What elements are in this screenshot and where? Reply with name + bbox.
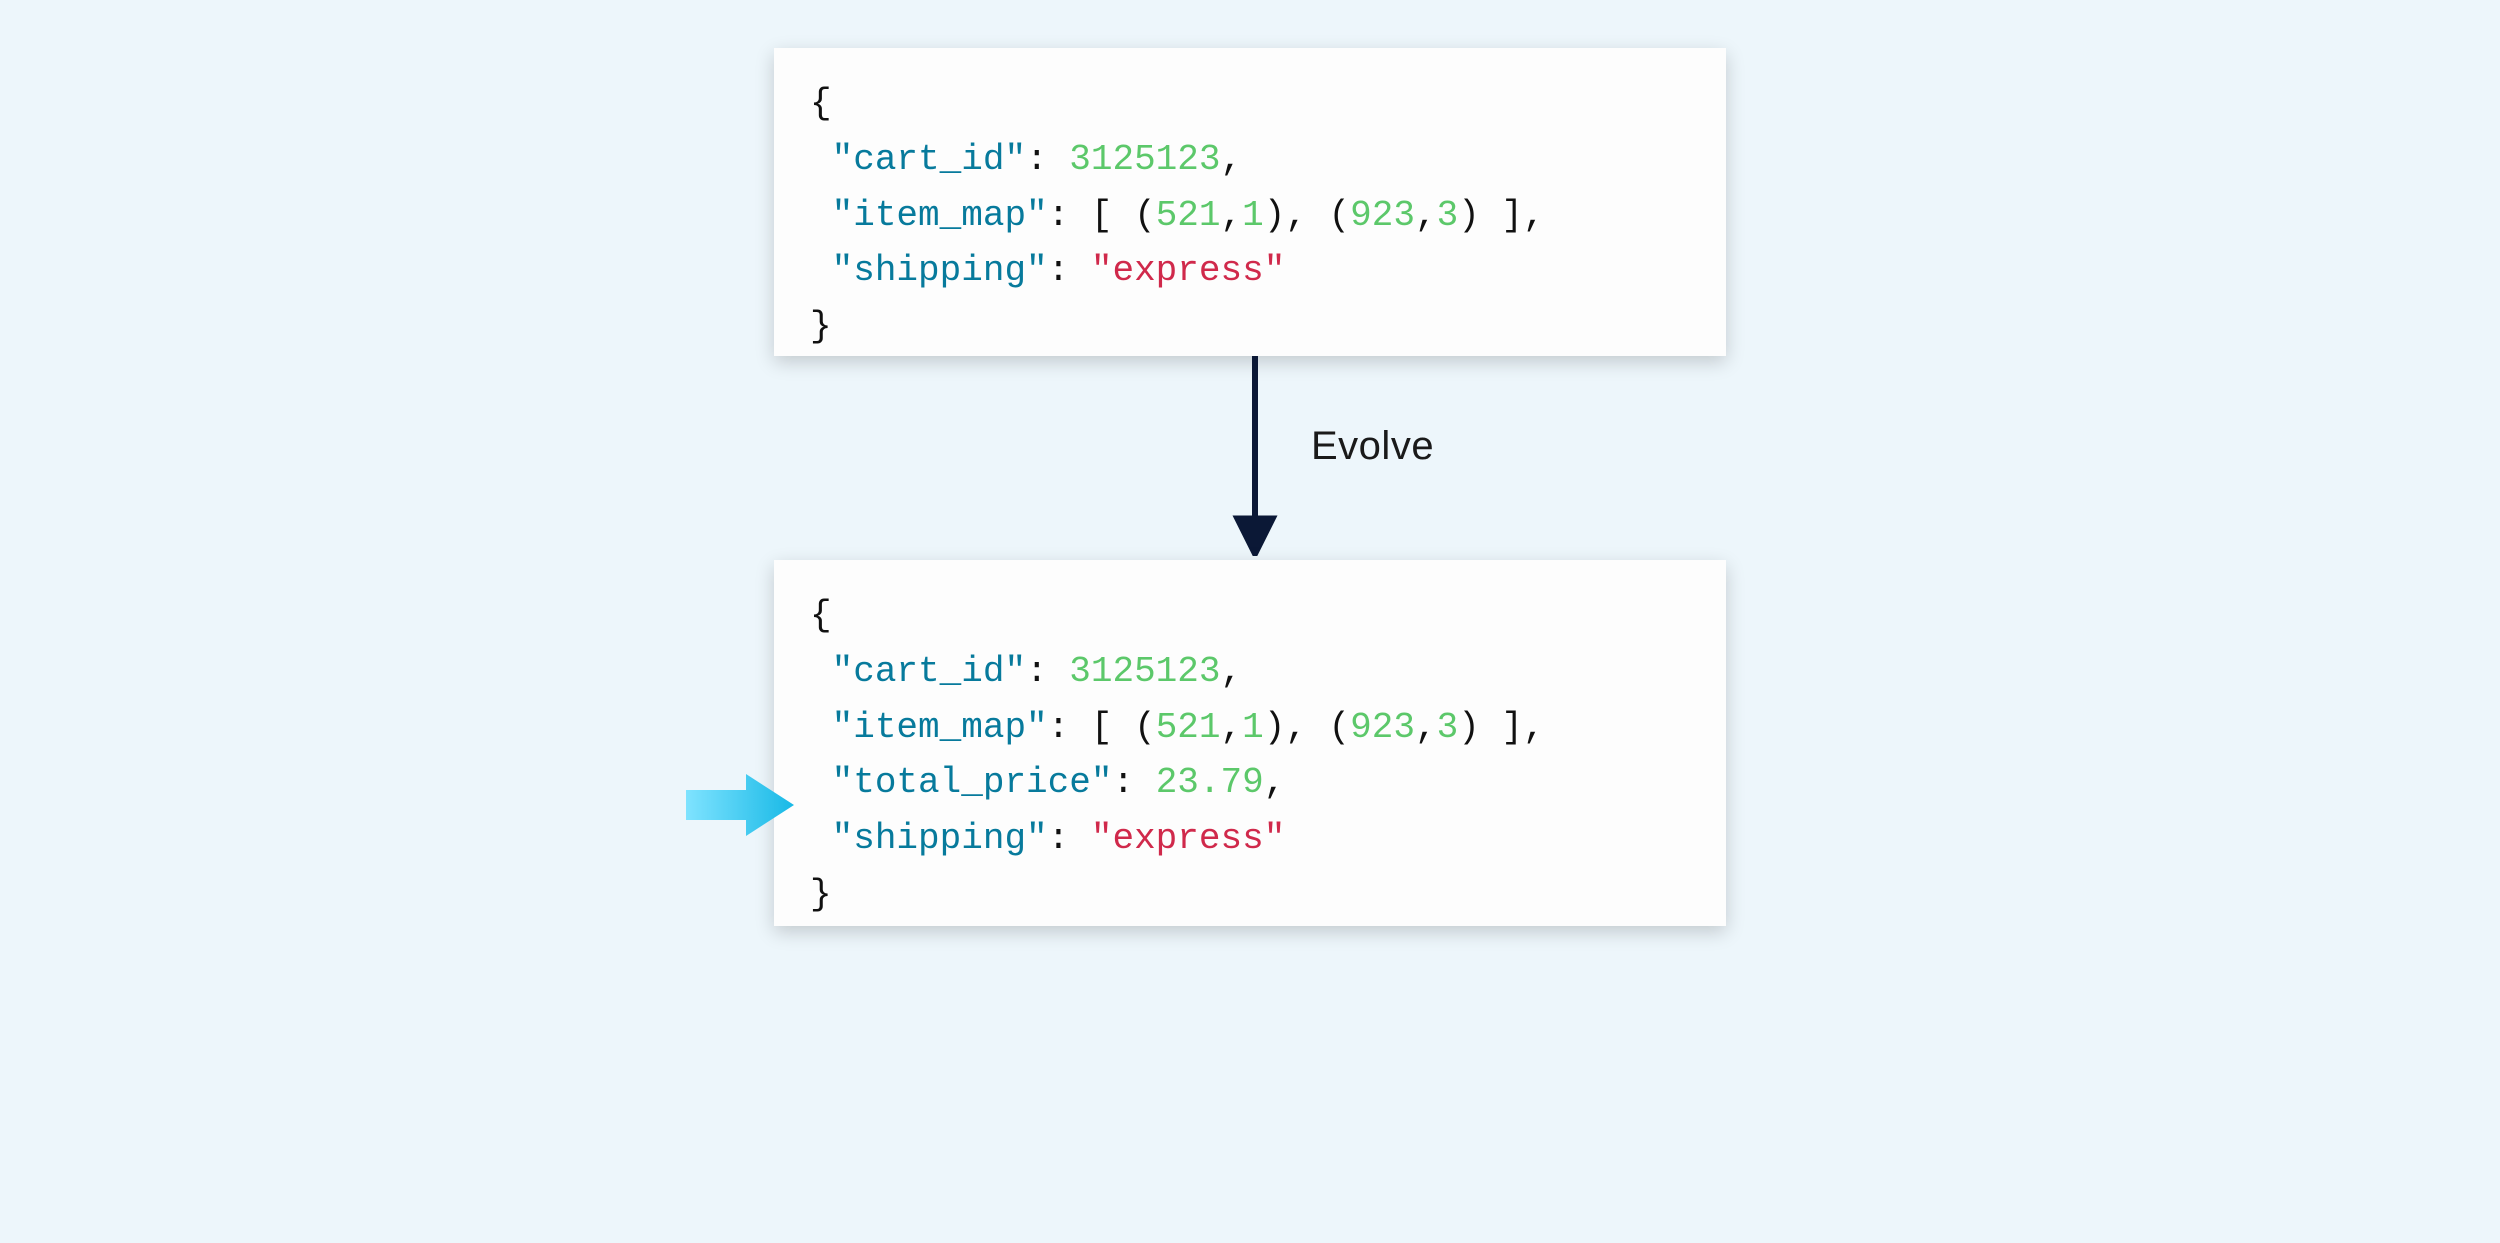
arrow-down-icon <box>1225 356 1285 556</box>
evolve-label: Evolve <box>1311 424 1434 469</box>
json-val-shipping: "express" <box>1091 818 1285 859</box>
code-box-before: { "cart_id": 3125123, "item_map": [ (521… <box>774 48 1726 356</box>
highlight-arrow-icon <box>686 770 796 840</box>
json-val-shipping: "express" <box>1091 250 1285 291</box>
brace-open: { <box>810 83 832 124</box>
json-key-shipping: "shipping" <box>832 818 1048 859</box>
json-key-total-price: "total_price" <box>832 762 1113 803</box>
brace-close: } <box>810 874 832 915</box>
brace-close: } <box>810 306 832 347</box>
json-val-total-price: 23.79 <box>1156 762 1264 803</box>
json-key-cart-id: "cart_id" <box>832 139 1026 180</box>
code-box-after: { "cart_id": 3125123, "item_map": [ (521… <box>774 560 1726 926</box>
code-after: { "cart_id": 3125123, "item_map": [ (521… <box>810 588 1690 923</box>
json-val-cart-id: 3125123 <box>1069 139 1220 180</box>
json-key-item-map: "item_map" <box>832 195 1048 236</box>
json-key-cart-id: "cart_id" <box>832 651 1026 692</box>
diagram-canvas: { "cart_id": 3125123, "item_map": [ (521… <box>0 0 2500 1243</box>
json-key-item-map: "item_map" <box>832 707 1048 748</box>
brace-open: { <box>810 595 832 636</box>
json-key-shipping: "shipping" <box>832 250 1048 291</box>
code-before: { "cart_id": 3125123, "item_map": [ (521… <box>810 76 1690 355</box>
evolve-arrow: Evolve <box>1225 356 1434 556</box>
json-val-cart-id: 3125123 <box>1069 651 1220 692</box>
